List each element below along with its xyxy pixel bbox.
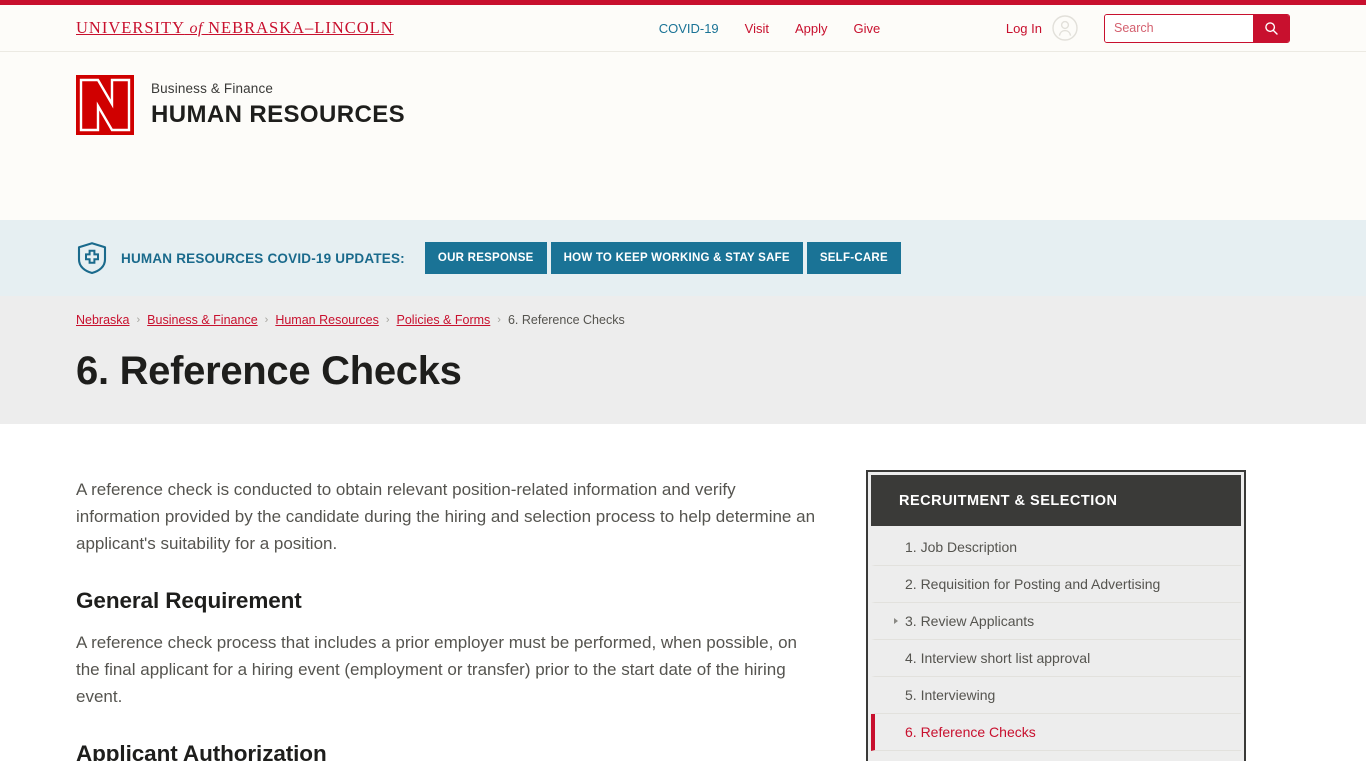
sidebar-item-interviewing[interactable]: 5. Interviewing bbox=[871, 677, 1241, 714]
alert-band-label: HUMAN RESOURCES COVID-19 UPDATES: bbox=[121, 250, 405, 266]
sidebar-item-label: 4. Interview short list approval bbox=[905, 650, 1091, 666]
sidebar-item-label: 2. Requisition for Posting and Advertisi… bbox=[905, 576, 1161, 592]
parent-unit-label[interactable]: Business & Finance bbox=[151, 81, 405, 96]
site-identity-text: Business & Finance HUMAN RESOURCES bbox=[151, 75, 405, 129]
sidebar-item-reference-checks[interactable]: 6. Reference Checks bbox=[871, 714, 1241, 751]
alert-button-self-care[interactable]: SELF-CARE bbox=[806, 242, 901, 274]
page-title-band: Nebraska › Business & Finance › Human Re… bbox=[0, 296, 1366, 424]
sidebar-item-label: 3. Review Applicants bbox=[905, 613, 1035, 629]
sidebar-item-label: 6. Reference Checks bbox=[905, 724, 1036, 740]
utility-link-covid-19[interactable]: COVID-19 bbox=[659, 21, 719, 36]
breadcrumb-separator: › bbox=[497, 314, 501, 326]
user-avatar-icon[interactable] bbox=[1052, 15, 1078, 41]
section-heading-applicant-authorization: Applicant Authorization bbox=[76, 741, 327, 761]
shield-medical-cross-icon bbox=[77, 242, 107, 275]
wordmark-italic: of bbox=[189, 20, 203, 37]
chevron-right-icon bbox=[894, 618, 898, 624]
utility-nav: COVID-19 Visit Apply Give bbox=[659, 21, 881, 36]
sidebar-heading: RECRUITMENT & SELECTION bbox=[871, 475, 1241, 526]
search-input[interactable] bbox=[1105, 14, 1253, 42]
university-wordmark[interactable]: UNIVERSITY of NEBRASKA–LINCOLN bbox=[76, 18, 394, 38]
breadcrumb-item-human-resources[interactable]: Human Resources bbox=[275, 313, 379, 327]
nebraska-n-logo bbox=[76, 75, 134, 135]
sidebar-item-verbal-written-offer[interactable]: 7. Verbal/Written Offer bbox=[871, 751, 1241, 761]
global-header: UNIVERSITY of NEBRASKA–LINCOLN COVID-19 … bbox=[0, 5, 1366, 52]
nebraska-n-logo-link[interactable] bbox=[76, 75, 134, 140]
sidebar-item-review-applicants[interactable]: 3. Review Applicants bbox=[871, 603, 1241, 640]
breadcrumb-item-policies-forms[interactable]: Policies & Forms bbox=[397, 313, 491, 327]
sidebar-item-interview-short-list-approval[interactable]: 4. Interview short list approval bbox=[871, 640, 1241, 677]
search-icon bbox=[1264, 21, 1278, 35]
header-right-cluster: Log In bbox=[1006, 5, 1290, 51]
site-title[interactable]: HUMAN RESOURCES bbox=[151, 101, 405, 129]
breadcrumb-item-nebraska[interactable]: Nebraska bbox=[76, 313, 130, 327]
site-identity: Business & Finance HUMAN RESOURCES bbox=[0, 52, 1366, 220]
section-heading-general-requirement: General Requirement bbox=[76, 588, 302, 613]
sidebar-item-requisition-posting-advertising[interactable]: 2. Requisition for Posting and Advertisi… bbox=[871, 566, 1241, 603]
log-in-link[interactable]: Log In bbox=[1006, 21, 1042, 36]
breadcrumb-separator: › bbox=[136, 314, 141, 326]
sidebar: RECRUITMENT & SELECTION 1. Job Descripti… bbox=[866, 424, 1246, 761]
sidebar-item-job-description[interactable]: 1. Job Description bbox=[871, 529, 1241, 566]
search-form bbox=[1104, 13, 1290, 43]
utility-link-give[interactable]: Give bbox=[854, 21, 881, 36]
breadcrumb-item-current: 6. Reference Checks bbox=[507, 313, 625, 327]
breadcrumb-separator: › bbox=[385, 314, 390, 326]
sidebar-nav-box: RECRUITMENT & SELECTION 1. Job Descripti… bbox=[866, 470, 1246, 761]
page-title: 6. Reference Checks bbox=[76, 349, 462, 393]
alert-button-keep-working-stay-safe[interactable]: HOW TO KEEP WORKING & STAY SAFE bbox=[550, 242, 803, 274]
article-body: A reference check is conducted to obtain… bbox=[76, 424, 866, 761]
wordmark-post: NEBRASKA–LINCOLN bbox=[208, 18, 394, 37]
article-lede: A reference check is conducted to obtain… bbox=[76, 480, 816, 553]
alert-band-buttons: OUR RESPONSE HOW TO KEEP WORKING & STAY … bbox=[424, 242, 901, 274]
utility-link-apply[interactable]: Apply bbox=[795, 21, 828, 36]
sidebar-item-label: 5. Interviewing bbox=[905, 687, 996, 703]
breadcrumb: Nebraska › Business & Finance › Human Re… bbox=[76, 313, 1290, 327]
main-content: A reference check is conducted to obtain… bbox=[0, 424, 1366, 761]
breadcrumb-item-business-finance[interactable]: Business & Finance bbox=[147, 313, 257, 327]
section-paragraph-general-requirement: A reference check process that includes … bbox=[76, 633, 797, 706]
covid-alert-band: HUMAN RESOURCES COVID-19 UPDATES: OUR RE… bbox=[0, 220, 1366, 296]
utility-link-visit[interactable]: Visit bbox=[745, 21, 769, 36]
wordmark-pre: UNIVERSITY bbox=[76, 18, 185, 37]
search-submit-button[interactable] bbox=[1253, 14, 1289, 42]
breadcrumb-separator: › bbox=[264, 314, 269, 326]
alert-button-our-response[interactable]: OUR RESPONSE bbox=[424, 242, 547, 274]
sidebar-item-label: 1. Job Description bbox=[905, 539, 1018, 555]
